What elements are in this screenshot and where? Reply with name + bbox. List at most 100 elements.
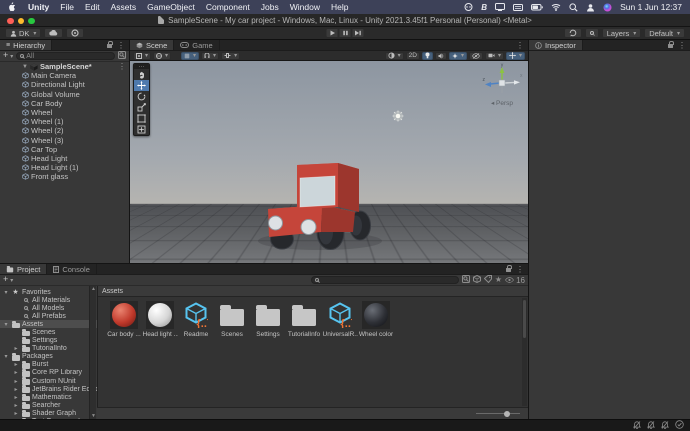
move-tool-button[interactable] [134,80,149,91]
tree-scrollbar[interactable]: ▲ ▼ [89,286,96,419]
hierarchy-item[interactable]: Car Top [0,145,129,154]
close-window-button[interactable] [7,17,14,24]
panel-menu-icon[interactable]: ⋮ [117,41,125,50]
scene-visibility-toggle[interactable] [468,51,483,60]
expander-icon[interactable]: ▼ [22,64,28,70]
slider-knob[interactable] [504,410,510,417]
tab-console[interactable]: Console [47,264,97,274]
snap-increment-dropdown[interactable] [201,51,220,60]
project-tree-row[interactable]: ★ Favorites [0,288,97,296]
shading-mode-dropdown[interactable] [384,51,404,60]
project-tree-row[interactable]: ★ Custom NUnit [0,377,97,385]
scene-camera-dropdown[interactable] [484,51,504,60]
menu-item[interactable]: GameObject [147,2,195,12]
muted-bell-icon-2[interactable] [646,420,656,431]
menu-item[interactable]: Jobs [261,2,279,12]
hierarchy-item[interactable]: Front glass [0,172,129,181]
project-tree-row[interactable]: ★ All Materials [0,296,97,304]
menu-item[interactable]: File [60,2,74,12]
hierarchy-item[interactable]: Wheel [0,108,129,117]
spotlight-search-icon[interactable] [569,2,578,12]
muted-bell-icon-1[interactable] [632,420,642,431]
tab-scene[interactable]: Scene [130,40,175,50]
grid-snapping-dropdown[interactable] [221,51,241,60]
hierarchy-item[interactable]: Wheel (1) [0,117,129,126]
asset-item[interactable]: {..} Settings [250,301,286,338]
lock-icon[interactable] [668,40,674,48]
muted-bell-icon-3[interactable] [660,420,670,431]
hierarchy-item[interactable]: Wheel (3) [0,136,129,145]
menu-item[interactable]: Assets [111,2,137,12]
menu-item[interactable]: Edit [85,2,100,12]
menu-item[interactable]: Window [290,2,320,12]
project-tree-row[interactable]: ★ Settings [0,337,97,345]
tool-handle-position-dropdown[interactable] [133,51,152,60]
project-search-input[interactable] [310,276,459,284]
project-tree-row[interactable]: ★ All Prefabs [0,312,97,320]
project-tree-row[interactable]: ★ Scenes [0,328,97,337]
search-filter-icon[interactable] [118,51,126,61]
asset-item[interactable]: {..} TutorialInfo [286,301,322,338]
asset-item[interactable]: {..} Wheel color [358,301,394,338]
wifi-status-icon[interactable] [551,2,561,12]
cloud-services-button[interactable] [44,28,64,38]
unity-window-title-bar[interactable]: SampleScene - My car project - Windows, … [0,14,690,27]
project-tree-row[interactable]: ★ Core RP Library [0,369,97,377]
asset-item[interactable]: {..} Head light ... [142,301,178,338]
effects-dropdown[interactable] [448,51,467,60]
label-tag-icon[interactable] [483,275,492,285]
tab-inspector[interactable]: Inspector [529,40,583,50]
project-tree-row[interactable]: ★ Burst [0,361,97,369]
search-button[interactable] [584,28,599,38]
zoom-window-button[interactable] [28,17,35,24]
expander-icon[interactable] [13,410,19,417]
project-tree-row[interactable]: ★ Mathematics [0,393,97,402]
expander-icon[interactable] [13,369,19,376]
2d-toggle-button[interactable]: 2D [405,51,420,60]
lock-icon[interactable] [107,40,113,48]
step-button[interactable] [351,28,365,38]
favorites-star-icon[interactable]: ★ [495,276,502,284]
rect-tool-button[interactable] [134,113,149,124]
expander-icon[interactable] [3,321,9,328]
tools-overlay[interactable] [133,63,150,136]
import-package-icon[interactable] [472,274,481,285]
expander-icon[interactable] [13,361,19,368]
expander-icon[interactable] [3,353,9,360]
panel-menu-icon[interactable]: ⋮ [678,41,686,50]
expander-icon[interactable] [13,402,19,409]
create-asset-button[interactable]: + [3,275,13,285]
transform-tool-button[interactable] [134,124,149,135]
hidden-packages-counter[interactable]: 16 [505,276,525,285]
tab-hierarchy[interactable]: ≡ Hierarchy [0,40,53,50]
hand-tool-button[interactable] [134,69,149,80]
account-dropdown[interactable]: DK [5,28,42,38]
layout-dropdown[interactable]: Default [644,28,685,38]
tab-game[interactable]: Game [174,40,220,50]
play-button[interactable] [325,28,339,38]
hierarchy-item[interactable]: Directional Light [0,80,129,89]
keyboard-status-icon[interactable] [513,2,524,12]
project-tree-row[interactable]: ★ Searcher [0,401,97,410]
asset-item[interactable]: {..} Scenes [214,301,250,338]
scene-orientation-gizmo[interactable]: y z x ◂ Persp [480,63,524,108]
expander-icon[interactable] [3,289,9,296]
scroll-up-icon[interactable]: ▲ [91,286,96,292]
user-account-icon[interactable] [586,2,595,12]
assets-scrollbar[interactable] [522,298,527,406]
menu-item[interactable]: Component [206,2,250,12]
project-tree-row[interactable]: ★ All Models [0,304,97,312]
scene-root-row[interactable]: ▼ SampleScene* ⋮ [0,62,129,71]
create-object-button[interactable]: + [3,51,13,61]
breadcrumb[interactable]: Assets [102,288,123,295]
version-control-button[interactable] [563,28,582,38]
panel-menu-icon[interactable]: ⋮ [516,265,524,274]
layers-dropdown[interactable]: Layers [601,28,642,38]
hierarchy-item[interactable]: Head Light (1) [0,163,129,172]
controller-status-icon[interactable] [464,2,473,12]
hierarchy-item[interactable]: Main Camera [0,71,129,80]
gizmos-dropdown[interactable] [505,51,525,60]
lock-icon[interactable] [506,264,512,272]
apple-menu-icon[interactable] [8,2,17,12]
hierarchy-item[interactable]: Wheel (2) [0,126,129,135]
